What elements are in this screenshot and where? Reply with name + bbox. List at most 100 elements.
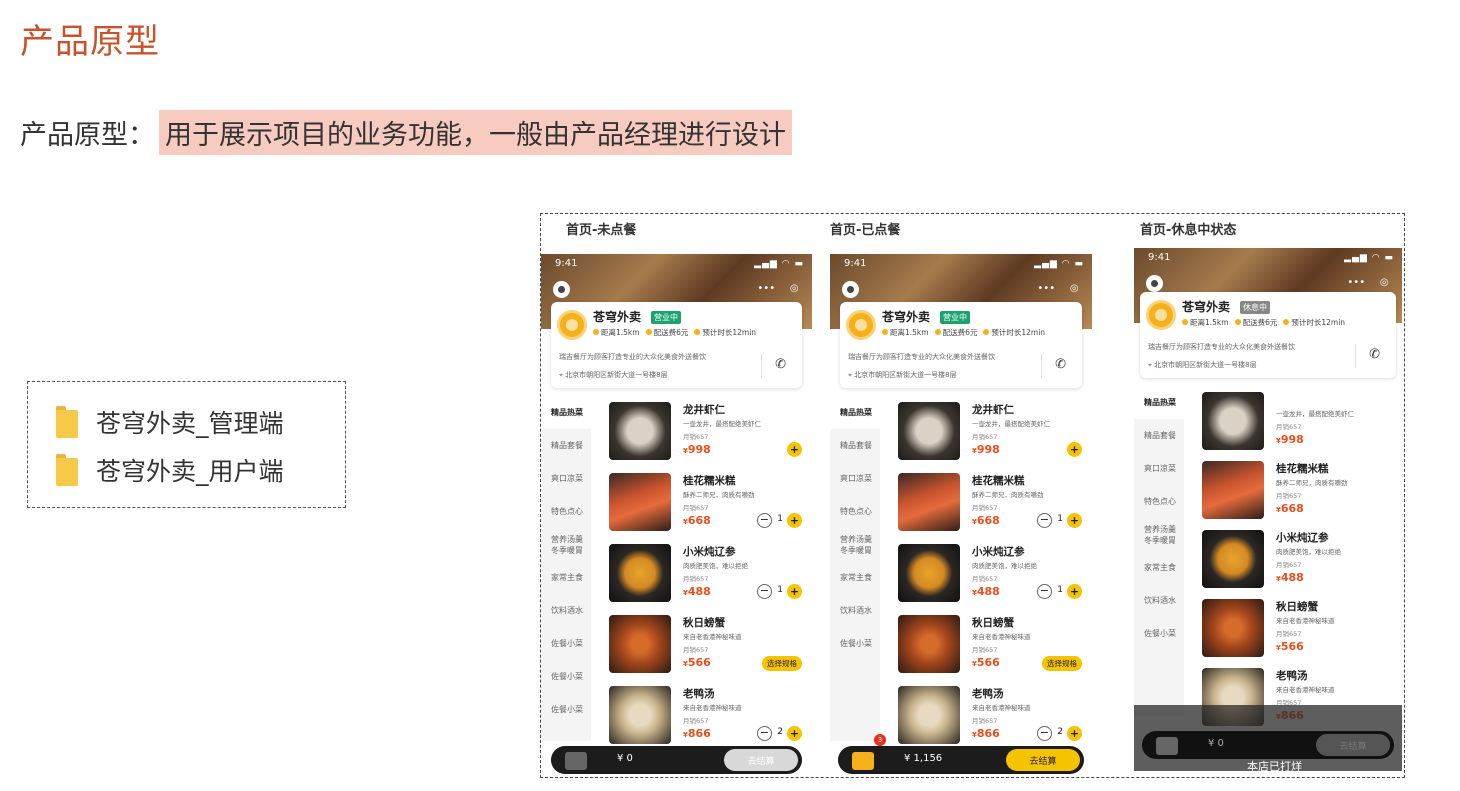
category-item[interactable]: 精品套餐 bbox=[830, 429, 880, 462]
dish-qty: 1 bbox=[777, 585, 783, 595]
cart-icon[interactable]: 3 bbox=[846, 734, 886, 770]
minus-button[interactable]: − bbox=[1037, 726, 1052, 741]
add-button[interactable]: + bbox=[787, 726, 802, 741]
category-item[interactable]: 特色点心 bbox=[1134, 485, 1184, 518]
category-item[interactable]: 家常主食 bbox=[541, 561, 591, 594]
dish-item[interactable]: 一壶龙井，最搭配绝美虾仁 月销657 ¥998 bbox=[1194, 388, 1402, 457]
category-item[interactable]: 精品套餐 bbox=[1134, 419, 1184, 452]
minus-button[interactable]: − bbox=[757, 726, 772, 741]
category-item[interactable]: 爽口凉菜 bbox=[1134, 452, 1184, 485]
close-target-icon[interactable]: ◎ bbox=[1070, 283, 1079, 294]
category-item[interactable]: 爽口凉菜 bbox=[541, 462, 591, 495]
distance-icon bbox=[882, 329, 888, 335]
folder-item-user[interactable]: 苍穹外卖_用户端 bbox=[56, 446, 345, 494]
category-item[interactable]: 家常主食 bbox=[830, 561, 880, 594]
shop-meta: 距离1.5km 配送费6元 预计时长12min bbox=[1182, 317, 1351, 328]
user-icon[interactable] bbox=[553, 281, 570, 298]
folder-item-admin[interactable]: 苍穹外卖_管理端 bbox=[56, 398, 345, 446]
miniapp-capsule[interactable]: ••• ◎ bbox=[1030, 279, 1086, 297]
dish-qty: 1 bbox=[1057, 585, 1063, 595]
phone-call-icon[interactable]: ✆ bbox=[1055, 357, 1066, 372]
dish-item[interactable]: 老鸭汤 来自老香港神秘味道 月销657 ¥866 − 2 + bbox=[601, 682, 812, 753]
add-button[interactable]: + bbox=[1067, 726, 1082, 741]
distance-text: 距离1.5km bbox=[601, 328, 640, 337]
phone-call-icon[interactable]: ✆ bbox=[1369, 347, 1380, 362]
add-button[interactable]: + bbox=[1067, 442, 1082, 457]
category-item[interactable]: 精品热菜 bbox=[541, 396, 591, 429]
user-icon[interactable] bbox=[842, 281, 859, 298]
add-button[interactable]: + bbox=[787, 513, 802, 528]
phone-call-icon[interactable]: ✆ bbox=[775, 357, 786, 372]
cart-total: ¥ 0 bbox=[1208, 738, 1224, 749]
closed-overlay: ¥ 0 本店已打烊 去结算 bbox=[1134, 705, 1402, 771]
minus-button[interactable]: − bbox=[1037, 513, 1052, 528]
select-spec-button[interactable]: 选择规格 bbox=[1042, 656, 1082, 671]
category-item[interactable]: 营养汤羹 冬季暖胃 bbox=[1134, 518, 1184, 551]
miniapp-capsule[interactable]: ••• ◎ bbox=[1340, 273, 1396, 291]
dish-price: ¥566 bbox=[683, 656, 711, 669]
dish-sales: 月销657 bbox=[972, 504, 998, 512]
dish-item[interactable]: 桂花糯米糕 酥养二师兄，肉质有嚼劲 月销657 ¥668 bbox=[1194, 457, 1402, 526]
divider bbox=[1355, 344, 1356, 368]
cart-icon[interactable] bbox=[559, 736, 591, 770]
add-button[interactable]: + bbox=[1067, 584, 1082, 599]
dish-item[interactable]: 秋日螃蟹 来自老香港神秘味道 月销657 ¥566 选择规格 bbox=[601, 611, 812, 682]
category-item[interactable]: 饮料酒水 bbox=[541, 594, 591, 627]
category-item[interactable]: 精品套餐 bbox=[541, 429, 591, 462]
more-icon[interactable]: ••• bbox=[1037, 283, 1055, 294]
minus-button[interactable]: − bbox=[757, 513, 772, 528]
category-item[interactable]: 营养汤羹 冬季暖胃 bbox=[541, 528, 591, 561]
more-icon[interactable]: ••• bbox=[1347, 277, 1365, 288]
add-button[interactable]: + bbox=[787, 584, 802, 599]
cart-bar[interactable]: ¥ 0 去结算 bbox=[551, 746, 802, 774]
close-target-icon[interactable]: ◎ bbox=[790, 283, 799, 294]
category-item[interactable]: 佐餐小菜 bbox=[541, 693, 591, 726]
dish-price: ¥998 bbox=[683, 443, 711, 456]
more-icon[interactable]: ••• bbox=[757, 283, 775, 294]
category-sidebar: 精品热菜 精品套餐 爽口凉菜 特色点心 营养汤羹 冬季暖胃 家常主食 饮料酒水 … bbox=[830, 396, 880, 741]
dish-item[interactable]: 秋日螃蟹 来自老香港神秘味道 月销657 ¥566 bbox=[1194, 595, 1402, 664]
dish-item[interactable]: 小米炖辽参 肉质肥美饱，难以拒绝 月销657 ¥488 − 1 + bbox=[601, 540, 812, 611]
minus-button[interactable]: − bbox=[757, 584, 772, 599]
miniapp-capsule[interactable]: ••• ◎ bbox=[750, 279, 806, 297]
cart-count-badge: 3 bbox=[874, 734, 886, 746]
category-item[interactable]: 饮料酒水 bbox=[1134, 584, 1184, 617]
category-item[interactable]: 佐餐小菜 bbox=[541, 660, 591, 693]
add-button[interactable]: + bbox=[787, 442, 802, 457]
checkout-button[interactable]: 去结算 bbox=[1006, 749, 1080, 771]
category-item[interactable]: 佐餐小菜 bbox=[830, 627, 880, 660]
dish-image bbox=[609, 402, 671, 460]
category-item[interactable]: 特色点心 bbox=[541, 495, 591, 528]
prototype-frame: 首页-未点餐 9:41 ▂▄▆ ◠ ▬ ••• ◎ 苍穹外卖 营业中 距离1.5k… bbox=[540, 213, 1405, 778]
add-button[interactable]: + bbox=[1067, 513, 1082, 528]
dish-name: 秋日螃蟹 bbox=[683, 617, 725, 629]
dish-item[interactable]: 桂花糯米糕 酥养二师兄，肉质有嚼劲 月销657 ¥668 − 1 + bbox=[890, 469, 1092, 540]
category-item[interactable]: 饮料酒水 bbox=[830, 594, 880, 627]
dish-item[interactable]: 老鸭汤 来自老香港神秘味道 月销657 ¥866 − 2 + bbox=[890, 682, 1092, 753]
folder-icon bbox=[56, 406, 78, 438]
dish-item[interactable]: 龙井虾仁 一壶龙井，最搭配绝美虾仁 月销657 ¥998 + bbox=[601, 398, 812, 469]
dish-item[interactable]: 小米炖辽参 肉质肥美饱，难以拒绝 月销657 ¥488 bbox=[1194, 526, 1402, 595]
user-icon[interactable] bbox=[1146, 275, 1163, 292]
category-item[interactable]: 精品热菜 bbox=[830, 396, 880, 429]
dish-item[interactable]: 小米炖辽参 肉质肥美饱，难以拒绝 月销657 ¥488 − 1 + bbox=[890, 540, 1092, 611]
checkout-button[interactable]: 去结算 bbox=[724, 749, 798, 771]
minus-button[interactable]: − bbox=[1037, 584, 1052, 599]
shop-intro: 瑞吉餐厅为顾客打造专业的大众化美食外送餐饮 bbox=[1148, 343, 1295, 351]
category-item[interactable]: 佐餐小菜 bbox=[1134, 617, 1184, 650]
cart-bar[interactable]: 3 ¥ 1,156 去结算 bbox=[838, 734, 1084, 774]
select-spec-button[interactable]: 选择规格 bbox=[762, 656, 802, 671]
dish-name: 秋日螃蟹 bbox=[972, 617, 1014, 629]
category-item[interactable]: 特色点心 bbox=[830, 495, 880, 528]
dish-item[interactable]: 龙井虾仁 一壶龙井，最搭配绝美虾仁 月销657 ¥998 + bbox=[890, 398, 1092, 469]
eta-text: 预计时长12min bbox=[991, 328, 1046, 337]
close-target-icon[interactable]: ◎ bbox=[1380, 277, 1389, 288]
category-item[interactable]: 佐餐小菜 bbox=[541, 627, 591, 660]
dish-item[interactable]: 桂花糯米糕 酥养二师兄，肉质有嚼劲 月销657 ¥668 − 1 + bbox=[601, 469, 812, 540]
category-item[interactable]: 精品热菜 bbox=[1134, 386, 1184, 419]
dish-item[interactable]: 秋日螃蟹 来自老香港神秘味道 月销657 ¥566 选择规格 bbox=[890, 611, 1092, 682]
dish-desc: 肉质肥美饱，难以拒绝 bbox=[683, 562, 748, 570]
category-item[interactable]: 营养汤羹 冬季暖胃 bbox=[830, 528, 880, 561]
category-item[interactable]: 爽口凉菜 bbox=[830, 462, 880, 495]
category-item[interactable]: 家常主食 bbox=[1134, 551, 1184, 584]
